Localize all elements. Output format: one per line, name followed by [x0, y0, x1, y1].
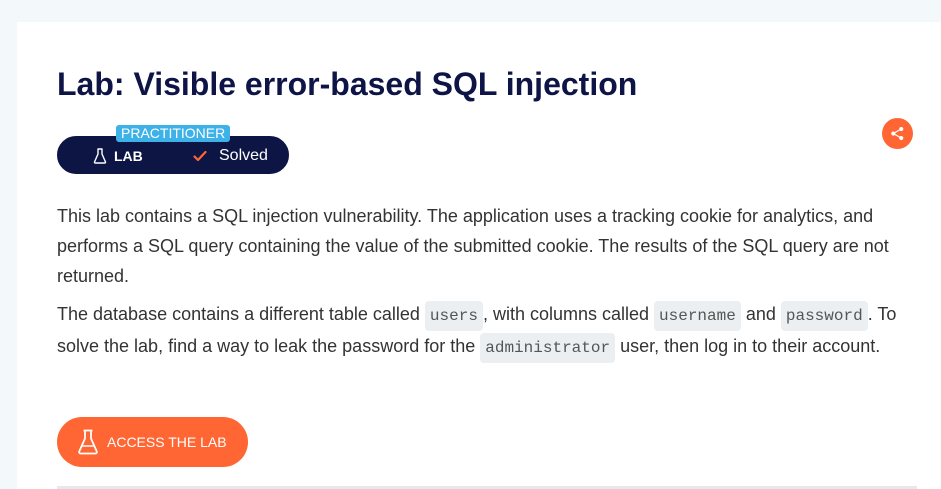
checkmark-icon	[193, 150, 207, 162]
share-icon	[891, 126, 904, 141]
code-users: users	[424, 301, 483, 331]
solved-indicator: Solved	[193, 146, 268, 166]
lab-label: LAB	[114, 148, 143, 164]
description-paragraph: This lab contains a SQL injection vulner…	[57, 206, 889, 286]
description-text: user, then log in to their account.	[615, 336, 881, 356]
lab-card: Lab: Visible error-based SQL injection L…	[17, 22, 941, 489]
flask-icon	[78, 429, 98, 455]
page-title: Lab: Visible error-based SQL injection	[57, 66, 638, 102]
description-text: and	[740, 304, 781, 324]
code-administrator: administrator	[480, 333, 616, 363]
share-button[interactable]	[882, 118, 913, 149]
flask-icon	[93, 148, 107, 164]
solved-label: Solved	[219, 147, 268, 164]
level-badge: PRACTITIONER	[116, 125, 231, 142]
access-lab-button[interactable]: ACCESS THE LAB	[57, 417, 248, 467]
description-text: The database contains a different table …	[57, 304, 425, 324]
code-password: password	[780, 301, 868, 331]
access-lab-label: ACCESS THE LAB	[107, 434, 227, 450]
description-paragraph-2: The database contains a different table …	[57, 299, 917, 363]
lab-indicator: LAB	[93, 146, 143, 166]
description-text: , with columns called	[482, 304, 655, 324]
code-username: username	[654, 301, 741, 331]
